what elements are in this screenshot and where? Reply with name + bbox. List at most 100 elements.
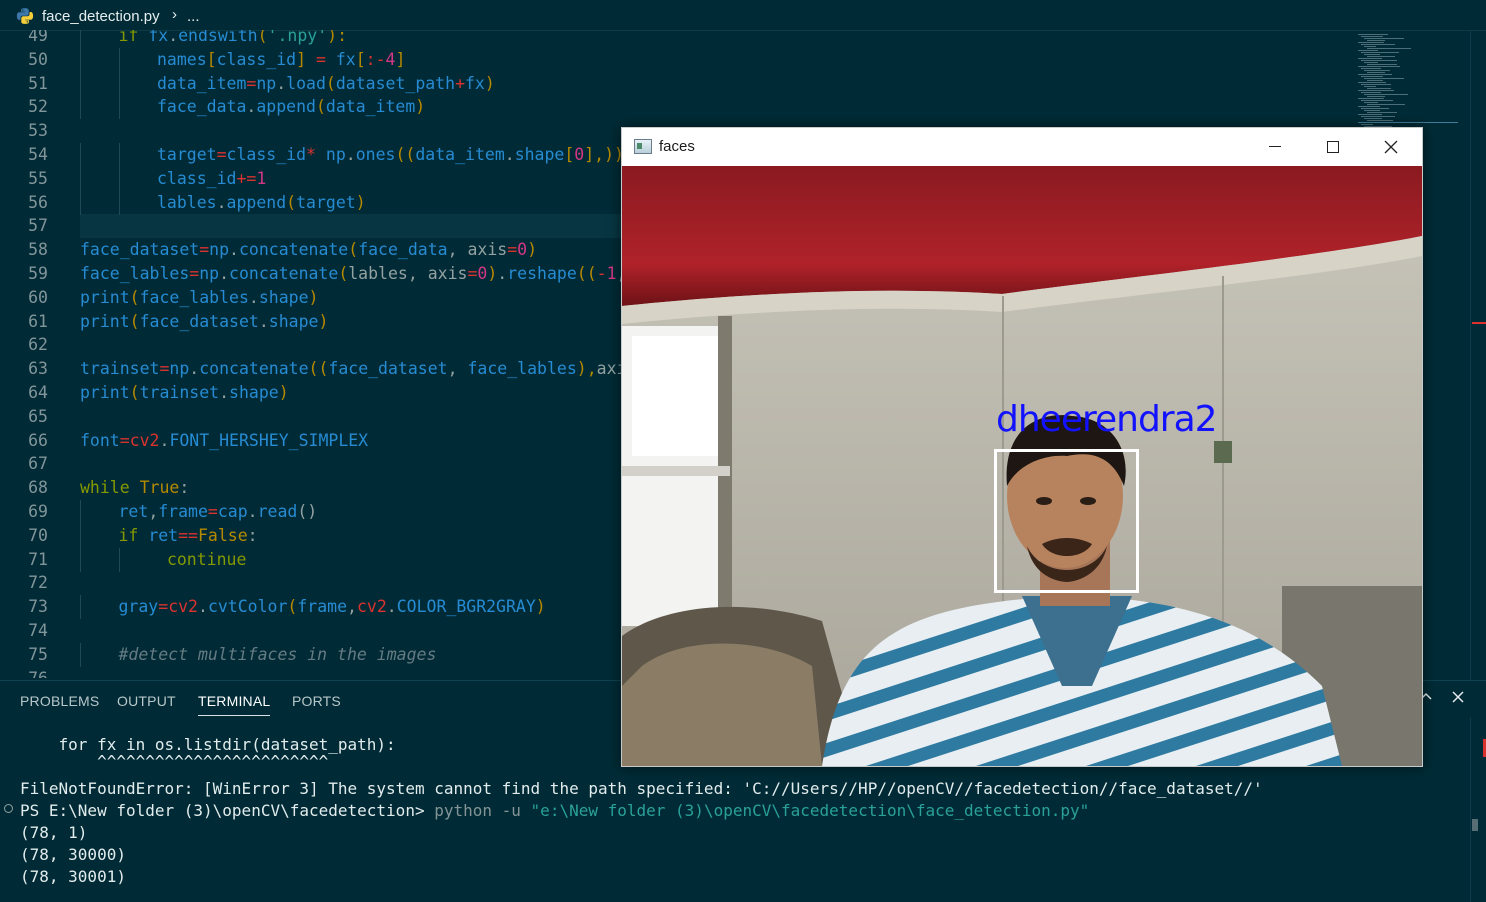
code-text: ret,frame=cap.read() <box>119 500 318 524</box>
code-token: #detect multifaces in the images <box>118 644 437 664</box>
minimap-line <box>1358 98 1384 99</box>
minimap-line <box>1361 76 1383 77</box>
code-text: while True: <box>80 476 189 500</box>
code-token: frame <box>158 502 208 521</box>
terminal-scroll-thumb[interactable] <box>1472 819 1478 831</box>
minimap-line <box>1361 60 1397 61</box>
indent-guide <box>80 95 81 120</box>
minimap-line <box>1361 36 1383 37</box>
code-token: target <box>157 145 217 164</box>
code-token: = <box>207 502 218 521</box>
code-line[interactable]: 52 face_data.append(data_item) <box>0 95 1350 120</box>
code-token: . <box>189 359 200 379</box>
code-line[interactable]: 51 data_item=np.load(dataset_path+fx) <box>0 71 1350 96</box>
minimap-line <box>1367 120 1393 121</box>
line-number: 58 <box>28 240 48 260</box>
indent-guide <box>118 95 120 120</box>
code-token: . <box>504 145 515 164</box>
minimap-line <box>1364 78 1404 79</box>
code-token: :- <box>365 49 386 69</box>
minimize-icon[interactable] <box>1246 128 1304 166</box>
code-token: trainset <box>80 359 160 379</box>
code-token: if <box>118 30 149 45</box>
command-status-icon[interactable] <box>4 804 13 813</box>
code-token: - <box>596 264 607 283</box>
code-token: load <box>286 73 326 93</box>
code-token: class_id <box>226 145 307 164</box>
code-token: ) <box>527 240 538 260</box>
terminal-output: (78, 1) <box>20 823 88 842</box>
code-token: font <box>80 430 120 450</box>
code-token: cv2 <box>356 597 387 617</box>
code-token: . <box>248 287 259 307</box>
line-number: 49 <box>28 30 48 45</box>
code-token: face_lables <box>467 359 577 379</box>
code-token: ) <box>484 73 495 93</box>
code-token: . <box>246 97 257 117</box>
terminal-line: ^^^^^^^^^^^^^^^^^^^^^^^^ <box>20 752 329 771</box>
tab-problems[interactable]: PROBLEMS <box>20 693 99 709</box>
breadcrumb-more[interactable]: ... <box>187 8 200 25</box>
minimap-line <box>1364 54 1380 55</box>
code-text: gray=cv2.cvtColor(frame,cv2.COLOR_BGR2GR… <box>119 595 546 619</box>
code-line[interactable]: 50 names[class_id] = fx[:-4] <box>0 47 1350 72</box>
faces-window[interactable]: faces dheerendra2 <box>621 127 1423 767</box>
minimap-line <box>1361 68 1381 69</box>
code-token: False <box>198 525 248 545</box>
code-token: np <box>199 264 220 283</box>
line-number: 59 <box>28 264 48 283</box>
code-token: np <box>169 359 190 379</box>
face-bounding-box <box>994 449 1139 593</box>
code-token: print <box>80 311 130 331</box>
code-line[interactable]: 49 if fx.endswith('.npy'): <box>0 30 1350 48</box>
code-token: = <box>216 145 227 164</box>
indent-guide <box>80 595 81 620</box>
indent-guide <box>80 30 81 48</box>
tab-output[interactable]: OUTPUT <box>117 693 176 709</box>
code-text: class_id+=1 <box>157 167 266 191</box>
minimap-line <box>1364 46 1376 47</box>
tab-ports[interactable]: PORTS <box>292 693 341 709</box>
terminal-output: (78, 30000) <box>20 845 126 864</box>
code-token: endswith <box>178 30 258 45</box>
minimap-line <box>1361 100 1393 101</box>
code-token: 4 <box>385 49 396 69</box>
python-file-icon <box>16 8 34 24</box>
code-token: fx <box>465 73 485 93</box>
code-token: np <box>209 240 230 260</box>
maximize-icon[interactable] <box>1304 128 1362 166</box>
window-titlebar[interactable]: faces <box>622 128 1422 166</box>
breadcrumb-file[interactable]: face_detection.py <box>42 8 160 25</box>
minimap-line <box>1361 84 1391 85</box>
code-token: ( <box>287 597 298 617</box>
close-icon[interactable] <box>1362 128 1420 166</box>
code-token: . <box>219 383 230 402</box>
code-text: print(trainset.shape) <box>80 381 289 405</box>
code-token: reshape <box>507 264 577 283</box>
code-token: ): <box>327 30 348 45</box>
terminal-scrollbar[interactable] <box>1470 717 1486 902</box>
code-token: ( <box>129 287 140 307</box>
minimap-line <box>1364 118 1382 119</box>
chevron-right-icon: › <box>172 6 177 23</box>
close-panel-icon[interactable] <box>1450 689 1466 710</box>
minimap-line <box>1361 44 1395 45</box>
code-token: face_dataset <box>328 359 448 379</box>
code-text: names[class_id] = fx[:-4] <box>157 48 405 72</box>
editor-scrollbar[interactable] <box>1470 30 1486 680</box>
code-token: . <box>216 192 227 212</box>
code-text: print(face_lables.shape) <box>80 286 318 310</box>
code-token: 0 <box>517 240 528 260</box>
code-token: == <box>178 525 198 545</box>
code-token: (( <box>308 359 329 379</box>
code-token: ) <box>278 383 289 402</box>
indent-guide <box>118 143 120 167</box>
tab-terminal[interactable]: TERMINAL <box>198 693 271 716</box>
code-token: if <box>118 525 149 545</box>
code-token: . <box>258 311 269 331</box>
code-token: ones <box>355 145 396 164</box>
indent-guide <box>118 47 120 72</box>
code-token: * <box>306 145 316 164</box>
minimap-line <box>1361 108 1389 109</box>
